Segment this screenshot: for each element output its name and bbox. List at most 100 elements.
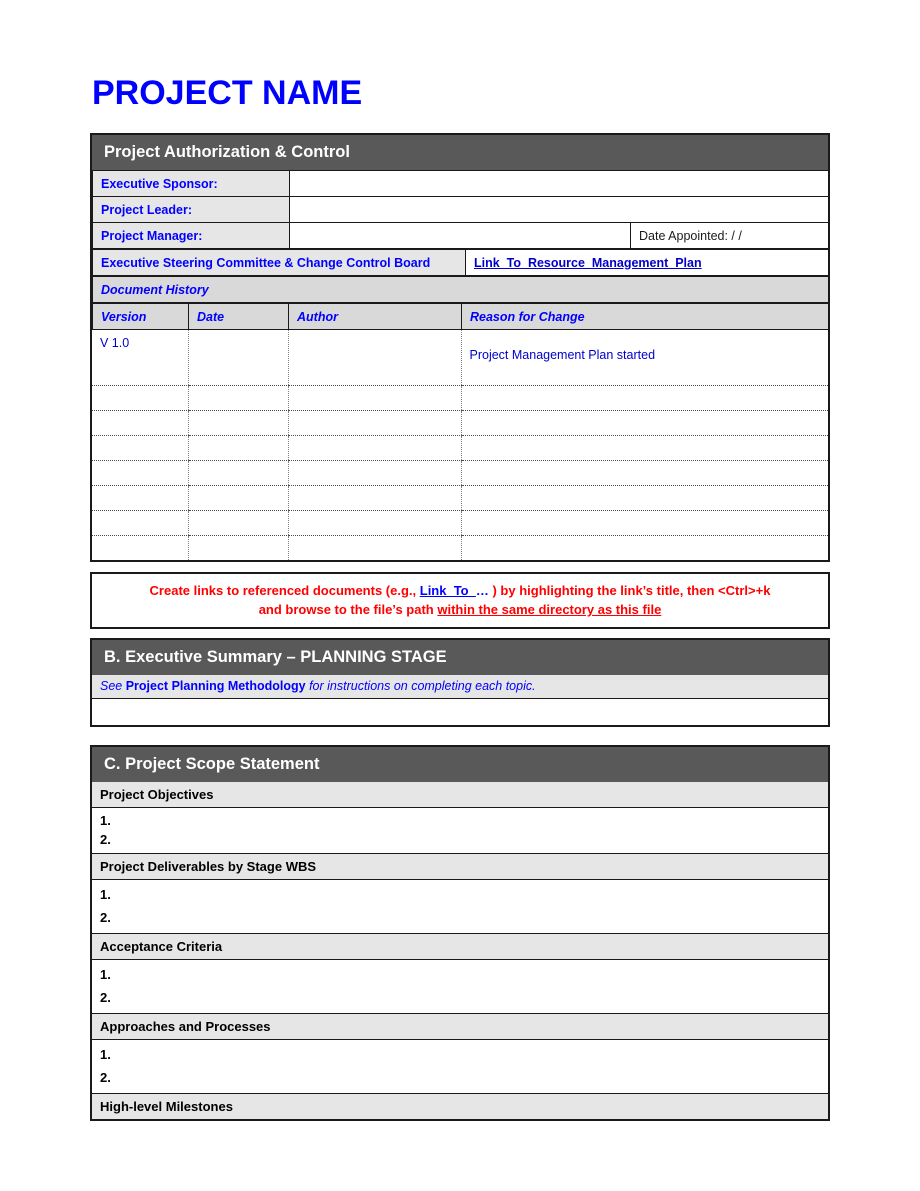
cell-author[interactable] bbox=[287, 385, 461, 411]
cell-date-text bbox=[189, 406, 288, 410]
notice-line1-pre: Create links to referenced documents (e.… bbox=[149, 583, 420, 598]
section-b-note-link[interactable]: Project Planning Methodology bbox=[126, 679, 306, 693]
link-cell-resource-management-plan[interactable]: Link_To_Resource_Management_Plan bbox=[465, 249, 829, 276]
list-item[interactable]: 1. bbox=[100, 963, 828, 986]
document-history-rows: V 1.0 Project Management Plan started bbox=[92, 330, 828, 560]
cell-reason[interactable] bbox=[460, 385, 829, 411]
cell-date[interactable] bbox=[187, 485, 288, 511]
cell-date-text bbox=[189, 556, 288, 560]
cell-date[interactable] bbox=[187, 535, 288, 560]
cell-author[interactable] bbox=[287, 510, 461, 536]
cell-version[interactable] bbox=[92, 435, 188, 461]
cell-version[interactable] bbox=[92, 460, 188, 486]
cell-author-text bbox=[289, 456, 461, 460]
cell-date[interactable] bbox=[187, 410, 288, 436]
list-item[interactable]: 2. bbox=[100, 986, 828, 1009]
table-row-executive-sponsor: Executive Sponsor: bbox=[92, 170, 829, 197]
table-row bbox=[92, 535, 828, 560]
section-b-header: B. Executive Summary – PLANNING STAGE bbox=[92, 640, 828, 675]
notice-box: Create links to referenced documents (e.… bbox=[90, 572, 830, 629]
cell-date[interactable] bbox=[187, 385, 288, 411]
cell-date[interactable] bbox=[187, 435, 288, 461]
subheader-project-deliverables: Project Deliverables by Stage WBS bbox=[92, 853, 828, 880]
link-resource-management-plan[interactable]: Link_To_Resource_Management_Plan bbox=[474, 256, 702, 270]
cell-reason[interactable] bbox=[460, 485, 829, 511]
cell-version[interactable] bbox=[92, 535, 188, 560]
cell-reason[interactable] bbox=[460, 410, 828, 436]
items-project-objectives[interactable]: 1. 2. bbox=[92, 808, 828, 853]
cell-author[interactable] bbox=[287, 460, 461, 486]
items-acceptance-criteria[interactable]: 1. 2. bbox=[92, 960, 828, 1013]
cell-reason-text: Project Management Plan started bbox=[469, 348, 656, 363]
cell-reason-text bbox=[462, 506, 829, 510]
label-date-appointed[interactable]: Date Appointed: / / bbox=[630, 222, 829, 249]
notice-link-underlined: Link_To_ bbox=[419, 583, 476, 598]
cell-reason[interactable] bbox=[460, 460, 828, 486]
subheader-project-objectives: Project Objectives bbox=[92, 782, 828, 808]
cell-date[interactable] bbox=[187, 330, 288, 386]
document-history-header-table: Document History bbox=[92, 276, 829, 303]
cell-date-text bbox=[189, 481, 288, 485]
cell-author[interactable] bbox=[287, 435, 461, 461]
cell-author-text bbox=[289, 431, 461, 435]
list-item[interactable]: 1. bbox=[100, 811, 828, 830]
cell-author[interactable] bbox=[287, 535, 461, 560]
cell-reason[interactable] bbox=[460, 535, 829, 560]
notice-line1-post: ) by highlighting the link’s title, then… bbox=[488, 583, 771, 598]
cell-date[interactable] bbox=[187, 510, 288, 536]
subheader-approaches-and-processes: Approaches and Processes bbox=[92, 1013, 828, 1040]
cell-reason[interactable] bbox=[460, 510, 829, 536]
cell-author-text bbox=[289, 531, 461, 535]
cell-reason[interactable] bbox=[460, 435, 828, 461]
cell-reason-text bbox=[462, 531, 829, 535]
cell-version[interactable] bbox=[92, 385, 188, 411]
authorization-table: Executive Sponsor: Project Leader: Proje… bbox=[92, 170, 829, 249]
subheader-high-level-milestones: High-level Milestones bbox=[92, 1093, 828, 1119]
cell-author-text bbox=[289, 506, 461, 510]
field-executive-sponsor[interactable] bbox=[289, 170, 829, 197]
cell-version[interactable] bbox=[92, 485, 188, 511]
column-header-date: Date bbox=[188, 303, 289, 330]
section-b-note-pre: See bbox=[100, 679, 126, 693]
table-row-project-leader: Project Leader: bbox=[92, 196, 829, 223]
table-row bbox=[92, 385, 829, 411]
label-project-leader: Project Leader: bbox=[92, 196, 290, 223]
cell-version[interactable]: V 1.0 bbox=[92, 330, 188, 386]
cell-version[interactable] bbox=[92, 410, 188, 436]
list-item[interactable]: 2. bbox=[100, 1066, 828, 1089]
section-a-header: Project Authorization & Control bbox=[92, 135, 828, 170]
cell-date[interactable] bbox=[187, 460, 288, 486]
field-project-leader[interactable] bbox=[289, 196, 829, 223]
section-b-body[interactable] bbox=[92, 699, 828, 725]
cell-date-text bbox=[189, 355, 288, 359]
column-header-reason: Reason for Change bbox=[461, 303, 829, 330]
label-project-manager: Project Manager: bbox=[92, 222, 290, 249]
cell-author[interactable] bbox=[287, 330, 461, 386]
table-row bbox=[92, 460, 828, 486]
table-row: V 1.0 Project Management Plan started bbox=[92, 330, 828, 386]
cell-reason[interactable]: Project Management Plan started bbox=[460, 330, 828, 386]
items-approaches-and-processes[interactable]: 1. 2. bbox=[92, 1040, 828, 1093]
cell-author[interactable] bbox=[287, 410, 461, 436]
cell-date-text bbox=[189, 431, 288, 435]
column-header-version: Version bbox=[92, 303, 189, 330]
notice-link-sample[interactable]: Link_To_… bbox=[420, 583, 489, 598]
cell-reason-text bbox=[462, 406, 829, 410]
cell-version[interactable] bbox=[92, 510, 188, 536]
list-item[interactable]: 2. bbox=[100, 830, 828, 849]
table-row bbox=[92, 510, 829, 536]
cell-reason-text bbox=[462, 556, 829, 560]
cell-date-text bbox=[189, 456, 288, 460]
list-item[interactable]: 1. bbox=[100, 883, 828, 906]
document-page: PROJECT NAME Project Authorization & Con… bbox=[0, 0, 920, 1191]
cell-version-text bbox=[92, 556, 188, 560]
list-item[interactable]: 1. bbox=[100, 1043, 828, 1066]
items-project-deliverables[interactable]: 1. 2. bbox=[92, 880, 828, 933]
table-header-row: Version Date Author Reason for Change bbox=[92, 303, 829, 330]
cell-author[interactable] bbox=[287, 485, 461, 511]
cell-version-text bbox=[92, 481, 188, 485]
field-project-manager[interactable] bbox=[289, 222, 631, 249]
list-item[interactable]: 2. bbox=[100, 906, 828, 929]
notice-link-ellipsis: … bbox=[475, 583, 489, 598]
column-header-author: Author bbox=[288, 303, 462, 330]
